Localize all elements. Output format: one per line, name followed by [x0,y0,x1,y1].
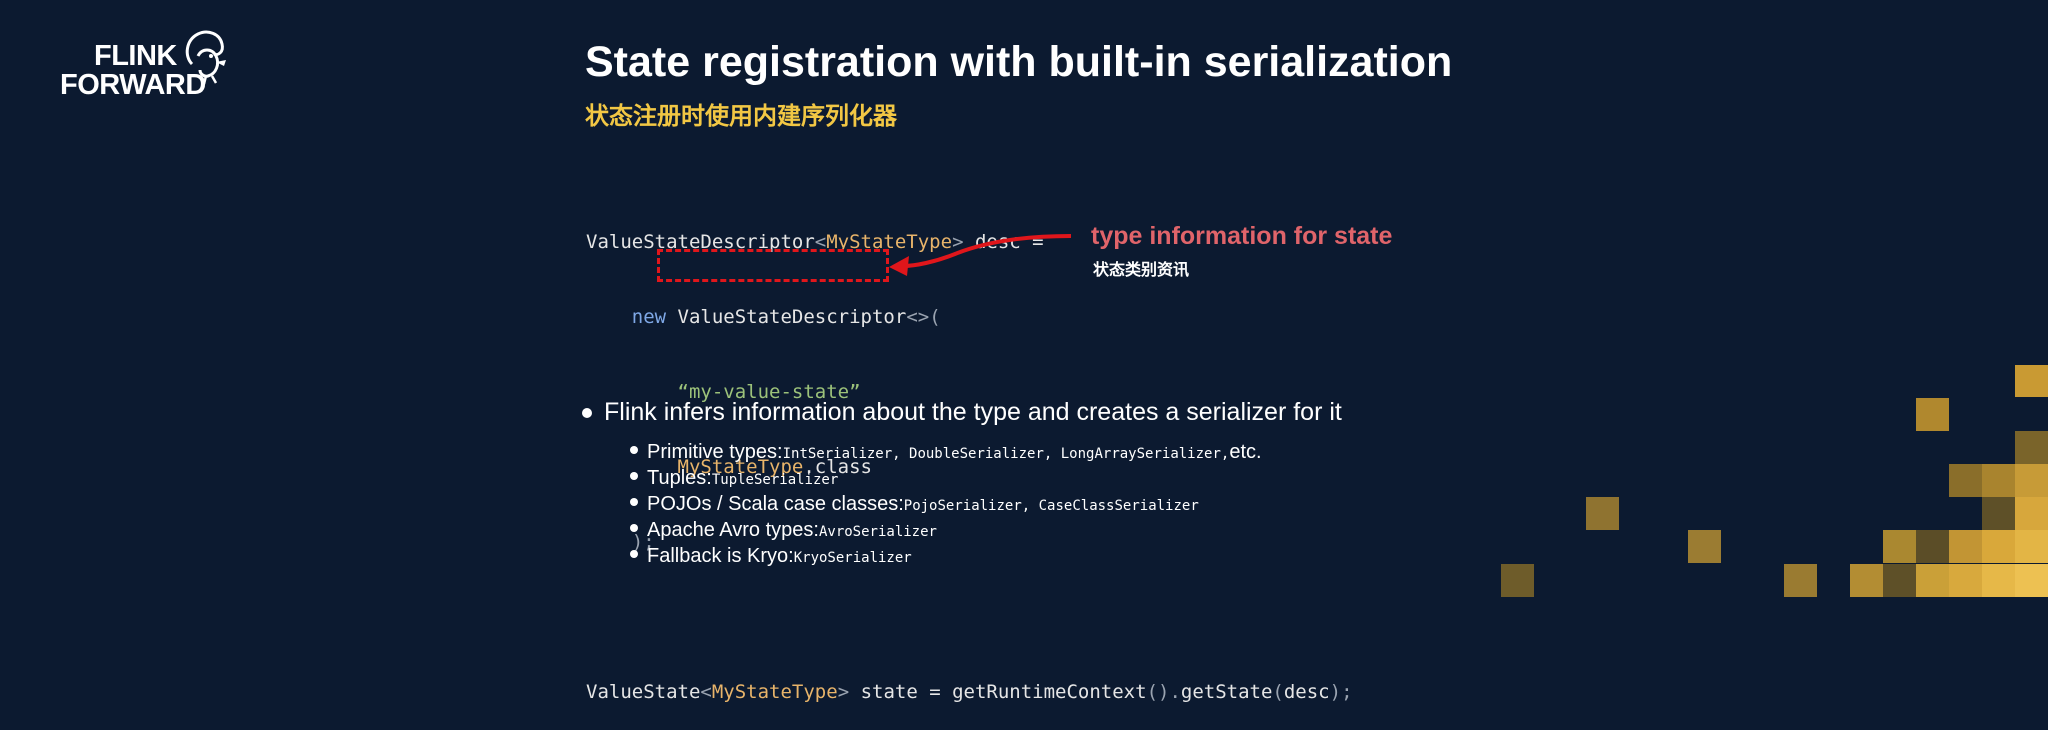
list-item: Apache Avro types: AvroSerializer [630,519,1342,545]
code-line-2: new ValueStateDescriptor<>( [586,305,1353,330]
list-item-code: AvroSerializer [818,524,937,540]
list-item-label: Tuples: [647,467,712,489]
code-keyword: new [631,306,667,328]
pixel-square [1949,564,1982,597]
pixel-square [1850,564,1883,597]
highlight-box [657,249,889,282]
list-item: POJOs / Scala case classes: PojoSerializ… [630,493,1342,519]
list-item-suffix: etc. [1229,441,1262,463]
bullet-dot-icon [582,407,592,418]
pixel-square [2015,497,2048,530]
pixel-square [2015,530,2048,563]
pixel-square [1949,530,1982,563]
list-item: Primitive types: IntSerializer, DoubleSe… [630,441,1342,467]
code-token: < [700,681,712,703]
pixel-square [2015,431,2048,464]
list-item: Tuples: TupleSerializer [630,467,1342,493]
logo-text-flink: FLINK [94,40,177,72]
pixel-square [1982,530,2015,563]
bullet-list: Flink infers information about the type … [582,398,1342,571]
list-item-code: TupleSerializer [711,472,839,488]
pixel-square [1688,530,1721,563]
bullet-dot-icon [630,472,638,480]
pixel-square [1982,464,2015,497]
pixel-square [1916,564,1949,597]
code-token: (). [1146,681,1181,703]
pixel-square [1784,564,1817,597]
sub-bullet-list: Primitive types: IntSerializer, DoubleSe… [630,441,1342,571]
code-token: MyStateType [711,681,838,703]
list-item-label: Fallback is Kryo: [647,545,794,567]
arrow-icon [889,234,1072,276]
list-item-code: IntSerializer, DoubleSerializer, LongArr… [782,446,1230,462]
bullet-dot-icon [630,550,638,558]
slide-subtitle: 状态注册时使用内建序列化器 [585,102,897,130]
bullet-dot-icon [630,446,638,454]
list-item-code: PojoSerializer, CaseClassSerializer [903,498,1199,514]
list-item-label: Primitive types: [647,441,783,463]
pixel-square [1501,564,1534,597]
code-token: ValueState [586,681,701,703]
list-item-code: KryoSerializer [793,550,912,566]
bullet-main-text: Flink infers information about the type … [604,398,1342,426]
pixel-square [1916,398,1949,431]
code-token: ); [1329,681,1353,703]
pixel-square [1883,530,1916,563]
annotation-title: type information for state [1091,222,1393,250]
code-token: ValueStateDescriptor [666,306,907,328]
bullet-main: Flink infers information about the type … [582,398,1342,427]
pixel-square [1949,464,1982,497]
bullet-dot-icon [630,524,638,532]
code-token: <>( [906,306,941,328]
pixel-square [2015,464,2048,497]
pixel-square [2015,564,2048,597]
pixel-square [1982,564,2015,597]
bullet-dot-icon [630,498,638,506]
code-token: desc [1283,681,1330,703]
squirrel-icon [185,30,226,85]
pixel-square [1883,564,1916,597]
code-token: ( [1272,681,1284,703]
flink-forward-logo: FLINK FORWARD [58,26,238,106]
pixel-square [1916,530,1949,563]
pixel-square [2015,365,2048,397]
code-line-7: ValueState<MyStateType> state = getRunti… [586,680,1353,705]
annotation-subtitle: 状态类别资讯 [1093,260,1190,279]
code-token: state = getRuntimeContext [849,681,1147,703]
list-item: Fallback is Kryo: KryoSerializer [630,545,1342,571]
list-item-label: Apache Avro types: [647,519,819,541]
code-token: > [837,681,850,703]
slide-title: State registration with built-in seriali… [585,38,1453,86]
list-item-label: POJOs / Scala case classes: [647,493,904,515]
pixel-square [1982,497,2015,530]
code-token: getState [1180,681,1273,703]
pixel-square [1586,497,1619,530]
